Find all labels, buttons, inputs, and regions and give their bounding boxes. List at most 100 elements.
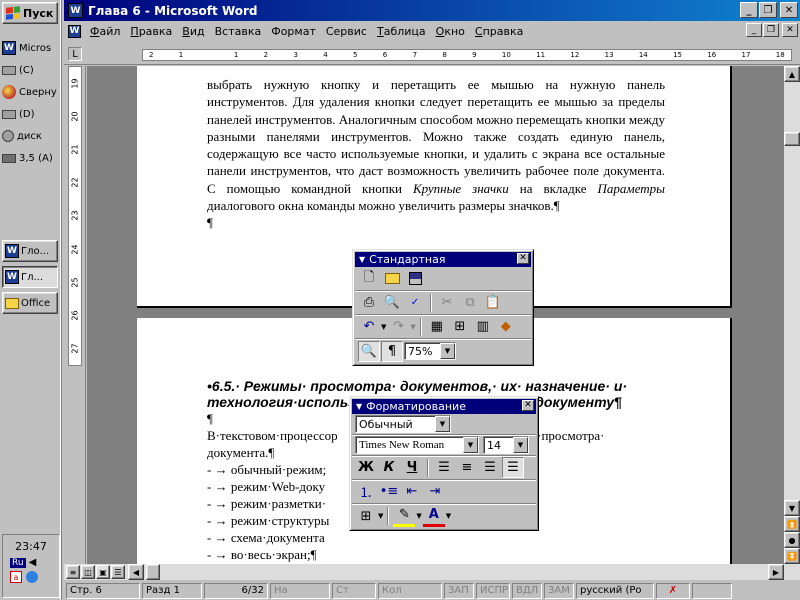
menu-edit[interactable]: Правка — [125, 25, 177, 38]
minimize-button[interactable]: _ — [740, 2, 758, 18]
status-column[interactable]: Кол — [378, 582, 442, 599]
chevron-down-icon[interactable]: ▼ — [435, 416, 450, 432]
tables-borders-icon[interactable]: ▦ — [426, 316, 448, 337]
menu-view[interactable]: Вид — [177, 25, 209, 38]
menu-help[interactable]: Справка — [470, 25, 528, 38]
scroll-thumb[interactable] — [784, 132, 800, 146]
menu-window[interactable]: Окно — [431, 25, 470, 38]
scroll-left-button[interactable]: ◀ — [128, 564, 144, 580]
toolbar-menu-icon[interactable]: ▼ — [356, 402, 362, 411]
menu-insert[interactable]: Вставка — [210, 25, 267, 38]
taskbar-button-office[interactable]: Office — [2, 292, 58, 314]
toolbar-close-button[interactable]: ✕ — [522, 400, 534, 411]
toolbar-close-button[interactable]: ✕ — [517, 253, 529, 264]
font-color-dropdown-icon[interactable]: ▼ — [446, 512, 451, 520]
menu-format[interactable]: Формат — [266, 25, 321, 38]
align-left-icon[interactable]: ☰ — [433, 457, 455, 478]
vertical-ruler[interactable]: 19 20 21 22 23 24 25 26 27 — [64, 66, 86, 564]
status-at[interactable]: На — [270, 582, 330, 599]
list-item[interactable]: - → обычный·режим; — [207, 461, 326, 478]
undo-dropdown-icon[interactable]: ▼ — [381, 323, 386, 331]
toolbar-formatting-titlebar[interactable]: ▼ Форматирование ✕ — [352, 399, 536, 414]
scroll-right-button[interactable]: ▶ — [768, 564, 784, 580]
columns-icon[interactable]: ▥ — [472, 316, 494, 337]
print-icon[interactable]: ⎙ — [358, 292, 380, 313]
status-section[interactable]: Разд 1 — [142, 582, 202, 599]
desktop-item-drive-d[interactable]: (D) — [2, 104, 60, 124]
taskbar-button-doc2[interactable]: W Гл... — [2, 266, 58, 288]
justify-icon[interactable]: ☰ — [502, 457, 524, 478]
horizontal-ruler[interactable]: L 2 1 1 2 3 4 5 6 7 8 9 10 11 12 13 14 15 16 17 18 — [64, 43, 800, 65]
desktop-item-word[interactable]: W Micros — [2, 38, 60, 58]
select-browse-object-button[interactable]: ● — [784, 532, 800, 548]
paste-icon[interactable]: 📋 — [482, 292, 504, 313]
font-color-icon[interactable]: A — [422, 506, 445, 527]
highlight-icon[interactable]: ✎ — [393, 506, 416, 527]
ruler-scale[interactable]: 2 1 1 2 3 4 5 6 7 8 9 10 11 12 13 14 15 16 17 18 — [142, 49, 792, 61]
chevron-down-icon[interactable]: ▼ — [440, 343, 455, 359]
underline-button[interactable]: Ч — [401, 457, 423, 478]
undo-icon[interactable]: ↶ — [358, 316, 380, 337]
taskbar-button-doc1[interactable]: W Гло... — [2, 240, 58, 262]
menu-table[interactable]: Таблица — [372, 25, 431, 38]
increase-indent-icon[interactable]: ⇥ — [424, 481, 446, 502]
status-rec[interactable]: ЗАП — [444, 582, 474, 599]
print-preview-icon[interactable]: 🔍 — [381, 292, 403, 313]
toolbar-standard-titlebar[interactable]: ▼ Стандартная ✕ — [355, 252, 531, 267]
font-size-select[interactable]: 14 ▼ — [483, 436, 529, 454]
vertical-scrollbar[interactable]: ▲ ▼ ⏫ ● ⏬ — [784, 66, 800, 564]
scroll-down-button[interactable]: ▼ — [784, 500, 800, 516]
borders-dropdown-icon[interactable]: ▼ — [378, 512, 383, 520]
list-item[interactable]: - → схема·документа — [207, 529, 325, 546]
outline-view-button[interactable]: ☰ — [111, 565, 125, 579]
toolbar-formatting[interactable]: ▼ Форматирование ✕ Обычный ▼ Times New R… — [349, 396, 539, 531]
status-ext[interactable]: ВДЛ — [512, 582, 542, 599]
style-select[interactable]: Обычный ▼ — [355, 415, 451, 433]
spelling-status-icon[interactable]: ✗ — [656, 582, 690, 599]
numbering-icon[interactable]: ⒈ — [355, 481, 377, 502]
chevron-down-icon[interactable]: ▼ — [513, 437, 528, 453]
horizontal-scrollbar[interactable]: ≡ ◫ ▣ ☰ ◀ ▶ — [64, 564, 800, 580]
vertical-ruler-scale[interactable]: 19 20 21 22 23 24 25 26 27 — [68, 66, 82, 366]
desktop-item-disk[interactable]: диск — [2, 126, 60, 146]
status-ovr[interactable]: ЗАМ — [544, 582, 574, 599]
doc-restore-button[interactable]: ❐ — [763, 23, 779, 37]
document-icon[interactable]: W — [68, 24, 81, 38]
close-button[interactable]: ✕ — [780, 2, 798, 18]
spelling-icon[interactable]: ✓ — [404, 292, 426, 313]
menu-tools[interactable]: Сервис — [321, 25, 372, 38]
save-icon[interactable] — [404, 268, 426, 289]
redo-dropdown-icon[interactable]: ▼ — [410, 323, 415, 331]
new-document-icon[interactable]: 🗋 — [358, 268, 380, 289]
toolbar-menu-icon[interactable]: ▼ — [359, 255, 365, 264]
speaker-icon[interactable]: ◀ — [29, 557, 37, 568]
copy-icon[interactable]: ⧉ — [459, 292, 481, 313]
normal-view-button[interactable]: ≡ — [66, 565, 80, 579]
bullets-icon[interactable]: •≡ — [378, 481, 400, 502]
desktop-item-drive-c[interactable]: (C) — [2, 60, 60, 80]
body-paragraph[interactable]: документа.¶ — [207, 444, 274, 461]
status-trk[interactable]: ИСПР — [476, 582, 510, 599]
body-paragraph[interactable]: выбрать нужную кнопку и перетащить ее мы… — [207, 76, 665, 232]
borders-icon[interactable]: ⊞ — [355, 506, 377, 527]
show-formatting-icon[interactable]: ¶ — [381, 340, 403, 362]
align-center-icon[interactable]: ≡ — [456, 457, 478, 478]
highlight-dropdown-icon[interactable]: ▼ — [416, 512, 421, 520]
bold-button[interactable]: Ж — [355, 457, 377, 478]
h-scroll-thumb[interactable] — [146, 564, 160, 580]
insert-table-icon[interactable]: ⊞ — [449, 316, 471, 337]
align-right-icon[interactable]: ☰ — [479, 457, 501, 478]
list-item[interactable]: - → режим·Web-доку — [207, 478, 325, 495]
doc-close-button[interactable]: ✕ — [782, 23, 798, 37]
font-select[interactable]: Times New Roman ▼ — [355, 436, 479, 454]
list-item[interactable]: - → режим·разметки· — [207, 495, 326, 512]
toolbar-standard[interactable]: ▼ Стандартная ✕ 🗋 ⎙ 🔍 ✓ ✂ ⧉ 📋 ↶ ▼ ↷ ▼ ▦ … — [352, 249, 534, 366]
maximize-button[interactable]: ❐ — [759, 2, 777, 18]
decrease-indent-icon[interactable]: ⇤ — [401, 481, 423, 502]
lang-indicator[interactable]: Ru — [10, 557, 26, 568]
prev-page-button[interactable]: ⏫ — [784, 516, 800, 532]
next-page-button[interactable]: ⏬ — [784, 548, 800, 564]
open-folder-icon[interactable] — [381, 268, 403, 289]
status-pages[interactable]: 6/32 — [204, 582, 268, 599]
web-view-button[interactable]: ◫ — [81, 565, 95, 579]
